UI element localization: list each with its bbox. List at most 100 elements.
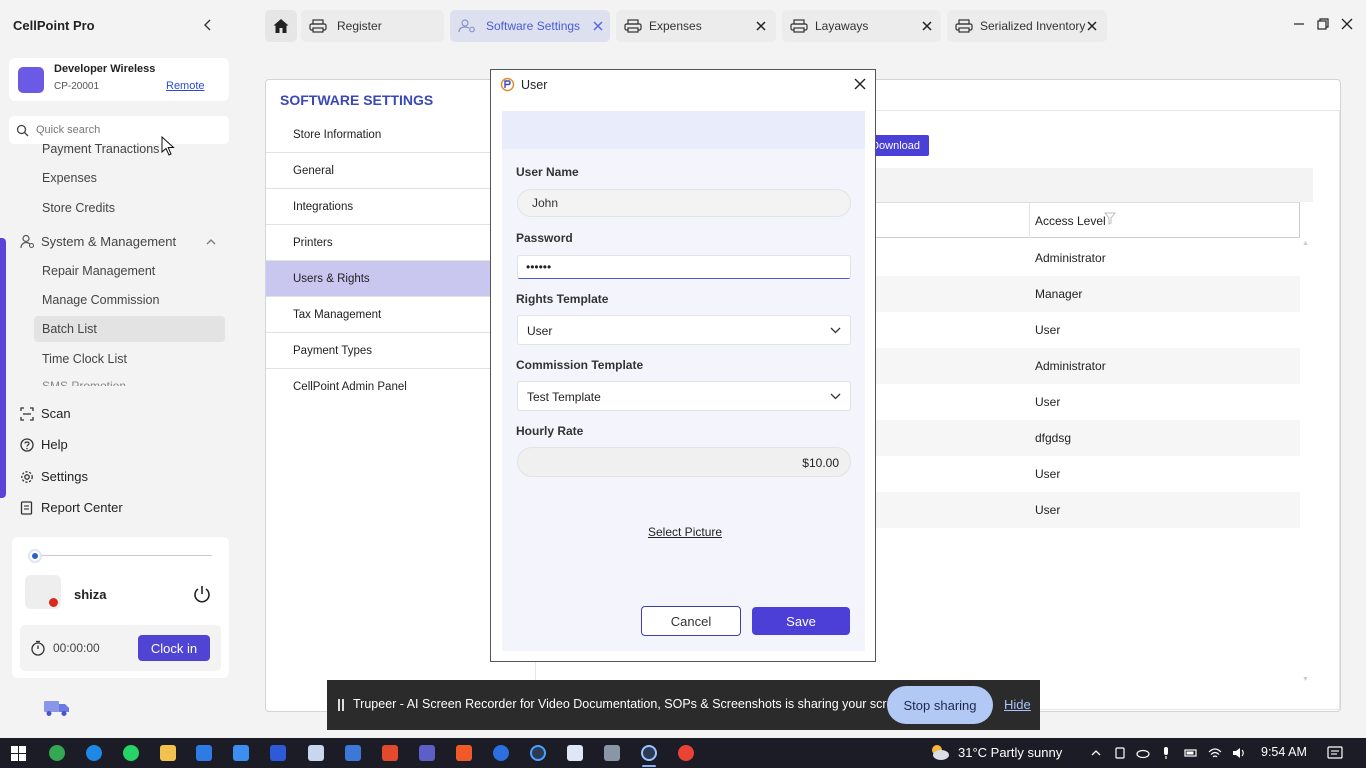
app-icon[interactable]: [233, 745, 249, 761]
window-close-icon[interactable]: [1340, 17, 1354, 31]
column-header-access-level[interactable]: Access Level: [1035, 214, 1106, 228]
nav-item-payment-transactions[interactable]: Payment Tranactions: [42, 142, 159, 156]
scroll-down-arrow[interactable]: ▼: [1302, 676, 1309, 683]
password-field[interactable]: [517, 255, 851, 279]
restore-icon[interactable]: [1316, 17, 1330, 31]
close-icon[interactable]: [1085, 19, 1099, 33]
table-toolbar: [875, 168, 1313, 202]
tab-label: Software Settings: [486, 19, 581, 33]
menu-item-users-rights[interactable]: Users & Rights: [266, 261, 496, 297]
table-row[interactable]: User: [875, 492, 1300, 528]
window-app-icon[interactable]: [345, 745, 361, 761]
nav-item-store-credits[interactable]: Store Credits: [42, 201, 115, 215]
table-row[interactable]: User: [875, 384, 1300, 420]
search-input[interactable]: [36, 120, 216, 140]
calculator-icon[interactable]: [604, 745, 620, 761]
nav-item-repair-management[interactable]: Repair Management: [42, 264, 155, 278]
quick-search[interactable]: [9, 116, 229, 144]
home-tab[interactable]: [265, 10, 297, 42]
volume-icon[interactable]: [1232, 746, 1246, 760]
network-device-icon[interactable]: [1113, 746, 1127, 760]
chrome-icon[interactable]: [49, 745, 65, 761]
commission-template-select[interactable]: Test Template: [517, 381, 851, 411]
tab-software-settings[interactable]: Software Settings: [450, 10, 610, 42]
app-icon[interactable]: [308, 745, 324, 761]
menu-item-payment-types[interactable]: Payment Types: [266, 333, 496, 369]
remote-link[interactable]: Remote: [166, 80, 205, 92]
chrome-icon[interactable]: [678, 745, 694, 761]
microphone-icon[interactable]: [1159, 746, 1173, 760]
notification-icon[interactable]: [1327, 745, 1343, 761]
wifi-icon[interactable]: [1208, 746, 1222, 760]
nav-section-system-management[interactable]: System & Management: [20, 233, 225, 251]
truck-icon[interactable]: [42, 698, 72, 718]
menu-item-store-information[interactable]: Store Information: [266, 117, 496, 153]
windows-start-icon[interactable]: [11, 746, 26, 761]
stop-sharing-button[interactable]: Stop sharing: [887, 686, 993, 724]
nav-item-manage-commission[interactable]: Manage Commission: [42, 293, 159, 307]
table-row[interactable]: User: [875, 456, 1300, 492]
drag-handle-icon[interactable]: [338, 699, 344, 711]
nav-item-batch-list[interactable]: Batch List: [34, 316, 225, 342]
minimize-icon[interactable]: [1292, 17, 1306, 31]
printer-icon: [309, 19, 327, 33]
scrollbar-accent[interactable]: [0, 238, 6, 498]
column-divider[interactable]: [1299, 202, 1300, 238]
close-icon[interactable]: [591, 19, 605, 33]
tab-layaways[interactable]: Layaways: [782, 10, 941, 42]
cancel-button[interactable]: Cancel: [641, 606, 741, 636]
close-icon[interactable]: [853, 77, 867, 91]
cellpoint-icon[interactable]: [270, 745, 286, 761]
select-picture-link[interactable]: Select Picture: [648, 525, 722, 539]
taskbar-clock[interactable]: 9:54 AM: [1261, 745, 1307, 759]
app-icon[interactable]: [530, 745, 546, 761]
table-row[interactable]: User: [875, 312, 1300, 348]
weather-text[interactable]: 31°C Partly sunny: [958, 745, 1062, 760]
nav-item-time-clock-list[interactable]: Time Clock List: [42, 352, 127, 366]
store-card[interactable]: Developer Wireless CP-20001 Remote: [9, 58, 229, 101]
save-button[interactable]: Save: [752, 607, 850, 635]
scroll-up-arrow[interactable]: ▲: [1302, 240, 1309, 247]
slider-knob[interactable]: [28, 549, 42, 563]
nav-item-expenses[interactable]: Expenses: [42, 171, 97, 185]
menu-item-printers[interactable]: Printers: [266, 225, 496, 261]
whatsapp-icon[interactable]: [123, 745, 139, 761]
loading-app-icon[interactable]: [641, 745, 657, 761]
folder-icon[interactable]: [160, 745, 176, 761]
download-button[interactable]: Download: [871, 135, 929, 156]
app-icon[interactable]: [493, 745, 509, 761]
table-row[interactable]: Administrator: [875, 348, 1300, 384]
tab-serialized-inventory[interactable]: Serialized Inventory: [947, 10, 1107, 42]
chevron-up-icon[interactable]: [1089, 746, 1103, 760]
screen-share-bar: Trupeer - AI Screen Recorder for Video D…: [327, 680, 1040, 730]
hourly-rate-field[interactable]: $10.00: [517, 447, 851, 477]
rights-template-select[interactable]: User: [517, 315, 851, 345]
menu-item-tax-management[interactable]: Tax Management: [266, 297, 496, 333]
chevron-left-icon[interactable]: [200, 17, 216, 33]
tab-register[interactable]: Register: [301, 10, 444, 42]
clock-in-button[interactable]: Clock in: [138, 635, 210, 661]
teams-icon[interactable]: [419, 745, 435, 761]
username-field[interactable]: [517, 189, 851, 217]
table-row[interactable]: Administrator: [875, 240, 1300, 276]
close-icon[interactable]: [920, 19, 934, 33]
menu-item-integrations[interactable]: Integrations: [266, 189, 496, 225]
store-icon[interactable]: [196, 745, 212, 761]
anydesk-icon[interactable]: [382, 745, 398, 761]
cloud-icon[interactable]: [1136, 746, 1150, 760]
close-icon[interactable]: [754, 19, 768, 33]
table-row[interactable]: dfgdsg: [875, 420, 1300, 456]
menu-item-general[interactable]: General: [266, 153, 496, 189]
power-icon[interactable]: [192, 584, 212, 604]
column-divider[interactable]: [1029, 202, 1030, 238]
hide-link[interactable]: Hide: [1004, 697, 1031, 712]
slider-track[interactable]: [28, 555, 212, 556]
battery-icon[interactable]: [1184, 746, 1198, 760]
table-row[interactable]: Manager: [875, 276, 1300, 312]
menu-item-admin-panel[interactable]: CellPoint Admin Panel: [266, 369, 496, 405]
tab-expenses[interactable]: Expenses: [616, 10, 776, 42]
filter-icon[interactable]: [1104, 212, 1116, 225]
brave-icon[interactable]: [456, 745, 472, 761]
notepad-icon[interactable]: [567, 745, 583, 761]
edge-icon[interactable]: [86, 745, 102, 761]
